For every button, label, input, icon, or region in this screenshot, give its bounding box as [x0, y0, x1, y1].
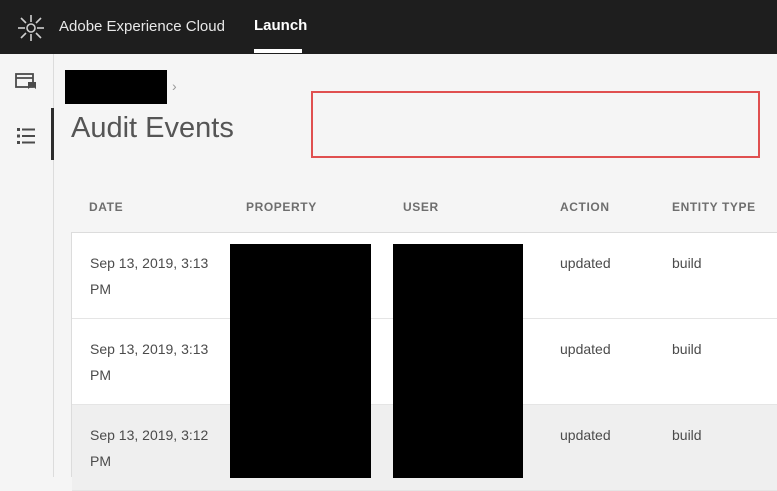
date-line: PM — [90, 453, 111, 469]
date-cell: Sep 13, 2019, 3:13 PM — [90, 250, 208, 302]
date-line: Sep 13, 2019, 3:13 — [90, 255, 209, 271]
column-header-date[interactable]: DATE — [89, 200, 123, 214]
column-header-property[interactable]: PROPERTY — [246, 200, 317, 214]
entity-type-cell: build — [672, 341, 702, 357]
sidebar-active-indicator — [51, 108, 54, 160]
left-rail — [0, 54, 54, 477]
date-cell: Sep 13, 2019, 3:13 PM — [90, 336, 208, 388]
entity-type-cell: build — [672, 255, 702, 271]
action-cell: updated — [560, 341, 611, 357]
top-nav-bar: Adobe Experience Cloud Launch — [0, 0, 777, 54]
date-line: Sep 13, 2019, 3:13 — [90, 341, 209, 357]
column-header-action[interactable]: ACTION — [560, 200, 610, 214]
property-column-redacted — [230, 244, 371, 478]
date-cell: Sep 13, 2019, 3:12 PM — [90, 422, 208, 474]
breadcrumb-redacted[interactable] — [65, 70, 167, 104]
action-cell: updated — [560, 255, 611, 271]
date-line: Sep 13, 2019, 3:12 — [90, 427, 209, 443]
active-tab-indicator — [254, 49, 302, 53]
column-header-entity-type[interactable]: ENTITY TYPE — [672, 200, 756, 214]
list-icon[interactable] — [14, 124, 38, 148]
breadcrumb-chevron-icon: › — [172, 78, 177, 94]
annotation-highlight-box — [311, 91, 760, 158]
user-column-redacted — [393, 244, 523, 478]
adobe-experience-cloud-logo-icon[interactable] — [16, 13, 46, 43]
column-header-user[interactable]: USER — [403, 200, 439, 214]
page-title: Audit Events — [71, 112, 234, 144]
properties-icon[interactable] — [14, 70, 38, 94]
date-line: PM — [90, 367, 111, 383]
tab-launch[interactable]: Launch — [254, 17, 307, 34]
brand-name[interactable]: Adobe Experience Cloud — [59, 18, 225, 35]
audit-events-table: Sep 13, 2019, 3:13 PM updated build Sep … — [71, 232, 777, 491]
date-line: PM — [90, 281, 111, 297]
action-cell: updated — [560, 427, 611, 443]
entity-type-cell: build — [672, 427, 702, 443]
